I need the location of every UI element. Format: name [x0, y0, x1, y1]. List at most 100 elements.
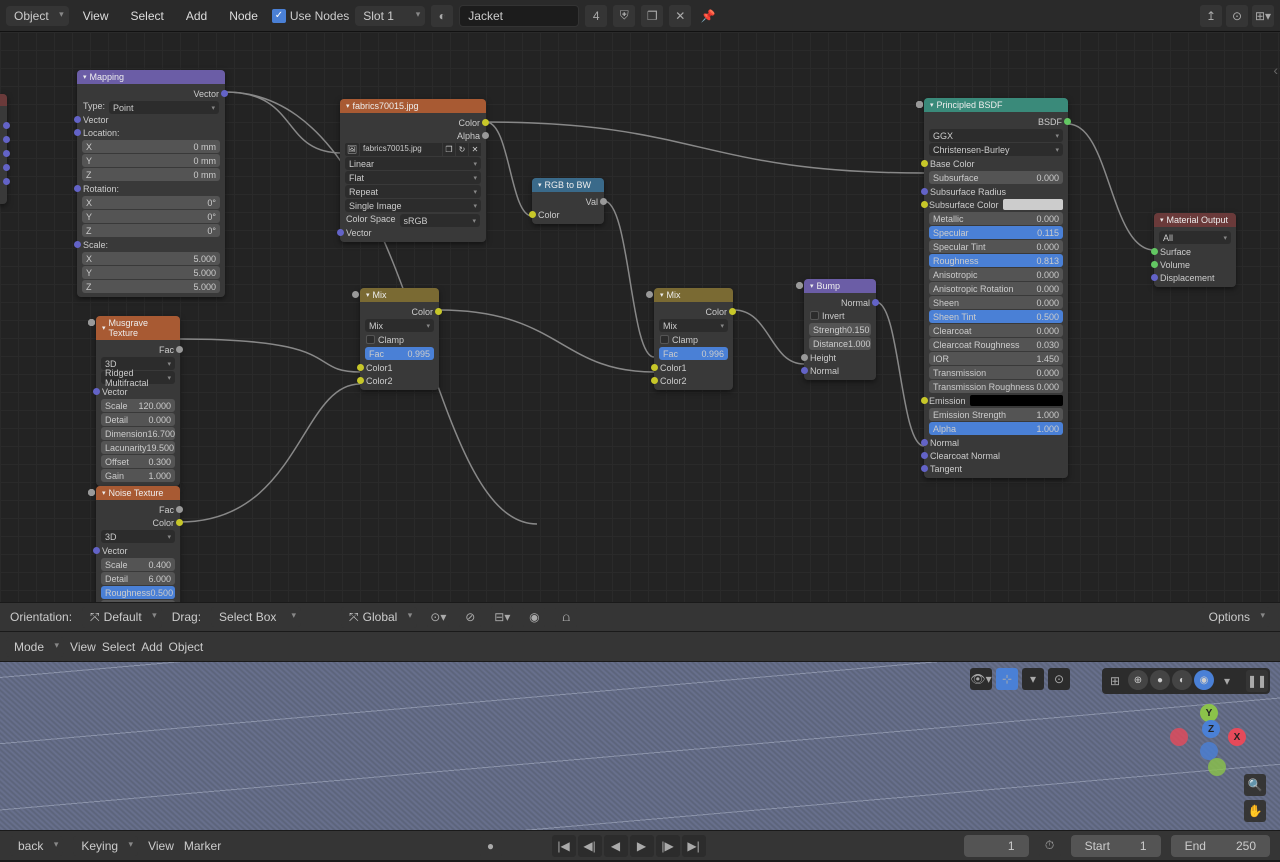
- param-lacunarity[interactable]: Lacunarity19.500: [101, 441, 175, 454]
- autokey-toggle[interactable]: ●: [480, 835, 502, 857]
- unlink-image-icon[interactable]: ✕: [469, 143, 481, 156]
- menu-view[interactable]: View: [75, 5, 117, 27]
- menu-select-3d[interactable]: Select: [102, 640, 135, 654]
- mode-dropdown[interactable]: Mode: [6, 637, 64, 657]
- bsdf-emission[interactable]: Emission: [924, 394, 1068, 407]
- bsdf-emission-strength[interactable]: Emission Strength1.000: [929, 408, 1063, 421]
- xray-toggle[interactable]: ⊞: [1104, 670, 1126, 692]
- menu-view-tl[interactable]: View: [148, 839, 174, 853]
- keyframe-next-icon[interactable]: |▶: [656, 835, 680, 857]
- node-mix-1[interactable]: Mix Color Mix Clamp Fac0.995 Color1 Colo…: [360, 288, 439, 390]
- proportional-edit-toggle[interactable]: ◉: [523, 606, 545, 628]
- bsdf-sheen[interactable]: Sheen0.000: [929, 296, 1063, 309]
- end-frame-field[interactable]: End250: [1171, 835, 1270, 857]
- play-icon[interactable]: ▶: [630, 835, 654, 857]
- param-offset[interactable]: Offset0.300: [101, 455, 175, 468]
- node-header[interactable]: Mix: [360, 288, 439, 302]
- axis-neg[interactable]: [1170, 728, 1188, 746]
- node-bump[interactable]: Bump Normal Invert Strength0.150 Distanc…: [804, 279, 876, 380]
- menu-marker[interactable]: Marker: [184, 839, 221, 853]
- play-reverse-icon[interactable]: ◀: [604, 835, 628, 857]
- bsdf-alpha[interactable]: Alpha1.000: [929, 422, 1063, 435]
- param-distortion[interactable]: Distortion0.000: [101, 600, 175, 602]
- node-musgrave-texture[interactable]: Musgrave Texture Fac 3D Ridged Multifrac…: [96, 316, 180, 486]
- node-header[interactable]: Musgrave Texture: [96, 316, 180, 340]
- timer-icon[interactable]: ⏱: [1039, 835, 1061, 857]
- image-name-field[interactable]: fabrics70015.jpg: [360, 143, 442, 156]
- bsdf-specular[interactable]: Specular0.115: [929, 226, 1063, 239]
- param-scale[interactable]: Scale0.400: [101, 558, 175, 571]
- bsdf-base-color[interactable]: Base Color: [924, 157, 1068, 170]
- use-nodes-toggle[interactable]: ✓ Use Nodes: [272, 9, 349, 23]
- snap-toggle[interactable]: ⊘: [459, 606, 481, 628]
- overlay-icon[interactable]: ⊞▾: [1252, 5, 1274, 27]
- snap-mode-dropdown[interactable]: ⊟▾: [491, 606, 513, 628]
- browse-icon[interactable]: ❐: [443, 143, 455, 156]
- image-icon[interactable]: 🖼: [345, 143, 359, 156]
- wireframe-mode[interactable]: ⊕: [1128, 670, 1148, 690]
- bsdf-normal[interactable]: Normal: [924, 436, 1068, 449]
- material-icon[interactable]: ◐: [431, 5, 453, 27]
- orientation-dropdown[interactable]: ⤧Default: [82, 607, 162, 628]
- visibility-dropdown[interactable]: 👁▾: [970, 668, 992, 690]
- node-noise-texture[interactable]: Noise Texture Fac Color 3D Vector Scale0…: [96, 486, 180, 602]
- node-principled-bsdf[interactable]: Principled BSDF BSDF GGX Christensen-Bur…: [924, 98, 1068, 478]
- node-header[interactable]: Bump: [804, 279, 876, 293]
- bsdf-sheen-tint[interactable]: Sheen Tint0.500: [929, 310, 1063, 323]
- jump-end-icon[interactable]: ▶|: [682, 835, 706, 857]
- param-roughness[interactable]: Roughness0.500: [101, 586, 175, 599]
- shield-icon[interactable]: ⛨: [613, 5, 635, 27]
- node-header[interactable]: Noise Texture: [96, 486, 180, 500]
- new-material-icon[interactable]: ❐: [641, 5, 663, 27]
- node-header[interactable]: Mapping: [77, 70, 225, 84]
- node-rgb-to-bw[interactable]: RGB to BW Val Color: [532, 178, 604, 224]
- axis-neg3[interactable]: [1208, 758, 1226, 776]
- bsdf-ior[interactable]: IOR1.450: [929, 352, 1063, 365]
- menu-add[interactable]: Add: [178, 5, 215, 27]
- node-material-output[interactable]: Material Output All Surface Volume Displ…: [1154, 213, 1236, 287]
- menu-view-3d[interactable]: View: [70, 640, 96, 654]
- node-image-texture[interactable]: fabrics70015.jpg Color Alpha 🖼 fabrics70…: [340, 99, 486, 242]
- bsdf-transmission-roughness[interactable]: Transmission Roughness0.000: [929, 380, 1063, 393]
- bsdf-roughness[interactable]: Roughness0.813: [929, 254, 1063, 267]
- gizmo-toggle[interactable]: ⊹: [996, 668, 1018, 690]
- reload-icon[interactable]: ↻: [456, 143, 468, 156]
- node-editor-graph[interactable]: Mapping Vector Type:Point Vector Locatio…: [0, 32, 1280, 602]
- node-header[interactable]: Material Output: [1154, 213, 1236, 227]
- node-header[interactable]: Principled BSDF: [924, 98, 1068, 112]
- sidebar-toggle-icon[interactable]: ‹: [1273, 62, 1278, 78]
- menu-add-3d[interactable]: Add: [141, 640, 162, 654]
- gizmo-dropdown[interactable]: ▾: [1022, 668, 1044, 690]
- node-mix-2[interactable]: Mix Color Mix Clamp Fac0.996 Color1 Colo…: [654, 288, 733, 390]
- bsdf-clearcoat[interactable]: Clearcoat0.000: [929, 324, 1063, 337]
- jump-start-icon[interactable]: |◀: [552, 835, 576, 857]
- param-dimension[interactable]: Dimension16.700: [101, 427, 175, 440]
- playback-dropdown[interactable]: back: [10, 836, 63, 856]
- bsdf-subsurface-color[interactable]: Subsurface Color: [924, 198, 1068, 211]
- menu-node[interactable]: Node: [221, 5, 266, 27]
- users-count[interactable]: 4: [585, 5, 607, 27]
- proportional-falloff-dropdown[interactable]: ⩍: [555, 606, 577, 628]
- bsdf-anisotropic-rotation[interactable]: Anisotropic Rotation0.000: [929, 282, 1063, 295]
- slot-dropdown[interactable]: Slot 1: [355, 6, 425, 26]
- node-header[interactable]: RGB to BW: [532, 178, 604, 192]
- axis-z[interactable]: Z: [1202, 720, 1220, 738]
- object-mode-dropdown[interactable]: Object: [6, 6, 69, 26]
- pause-render-icon[interactable]: ❚❚: [1246, 670, 1268, 692]
- solid-mode[interactable]: ●: [1150, 670, 1170, 690]
- bsdf-tangent[interactable]: Tangent: [924, 462, 1068, 475]
- pin-icon[interactable]: 📌: [697, 5, 719, 27]
- keying-dropdown[interactable]: Keying: [73, 836, 138, 856]
- pivot-dropdown[interactable]: ⊙▾: [427, 606, 449, 628]
- param-scale[interactable]: Scale120.000: [101, 399, 175, 412]
- bsdf-anisotropic[interactable]: Anisotropic0.000: [929, 268, 1063, 281]
- axis-x[interactable]: X: [1228, 728, 1246, 746]
- node-mapping[interactable]: Mapping Vector Type:Point Vector Locatio…: [77, 70, 225, 297]
- matprev-mode[interactable]: ◐: [1172, 670, 1192, 690]
- bsdf-clearcoat-roughness[interactable]: Clearcoat Roughness0.030: [929, 338, 1063, 351]
- overlay-toggle[interactable]: ⊙: [1048, 668, 1070, 690]
- material-name-field[interactable]: Jacket: [459, 5, 579, 27]
- bsdf-subsurface[interactable]: Subsurface0.000: [929, 171, 1063, 184]
- bsdf-metallic[interactable]: Metallic0.000: [929, 212, 1063, 225]
- bsdf-clearcoat-normal[interactable]: Clearcoat Normal: [924, 449, 1068, 462]
